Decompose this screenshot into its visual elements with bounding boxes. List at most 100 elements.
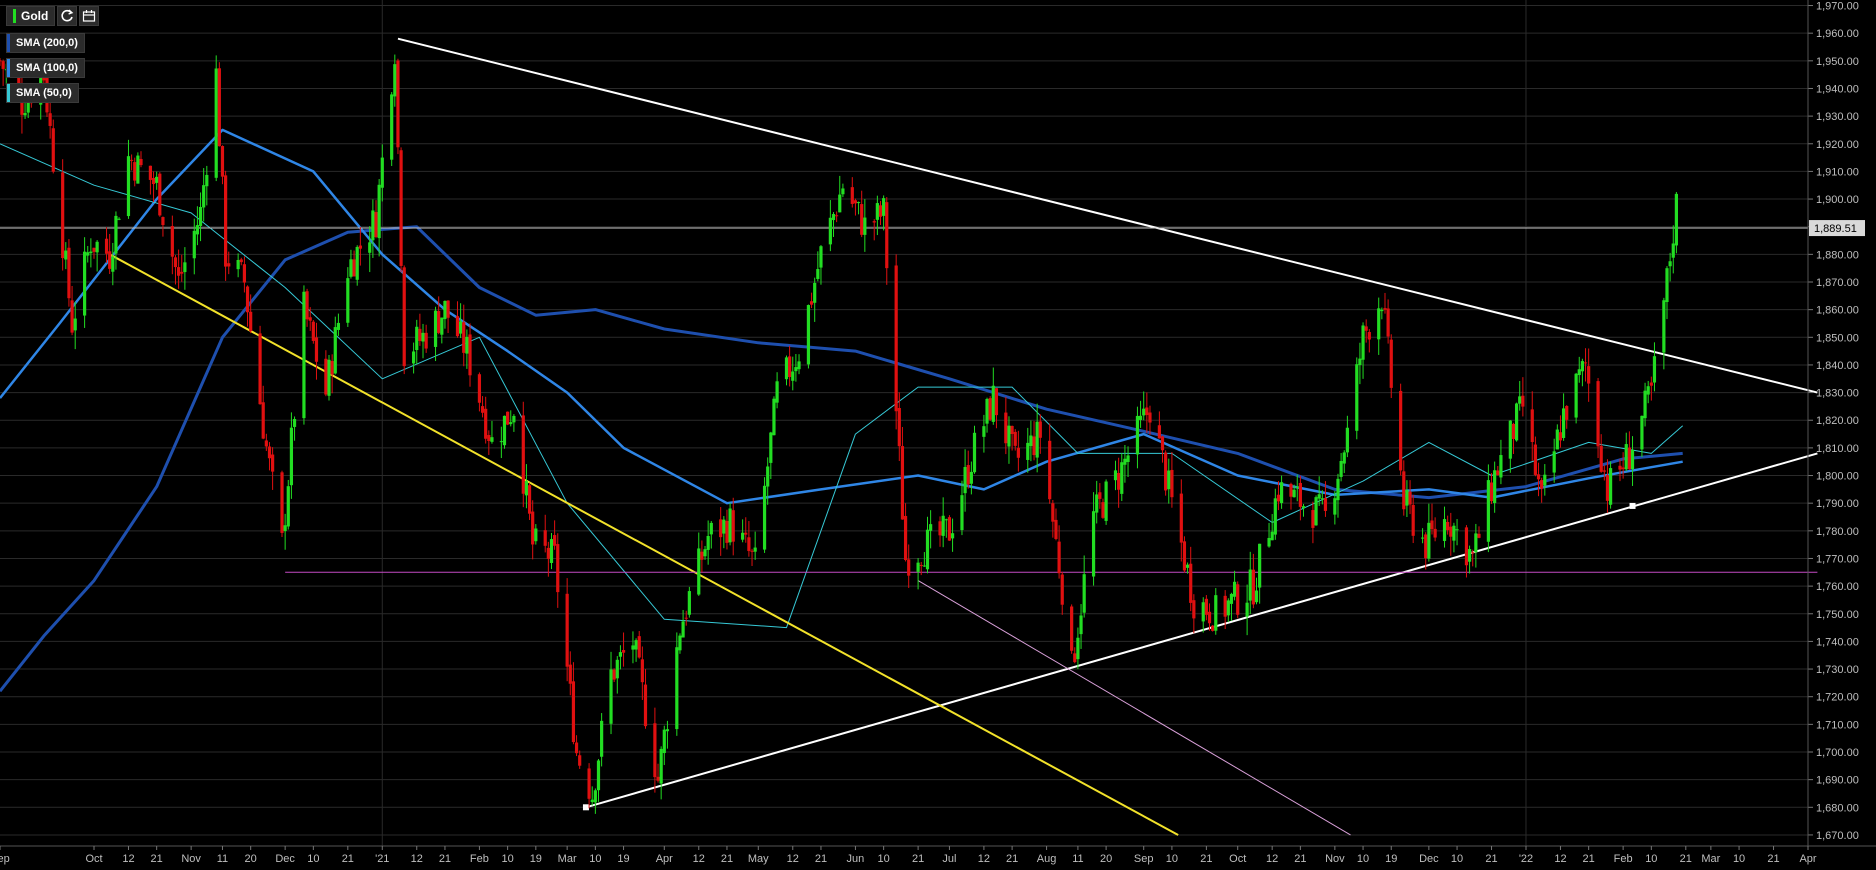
x-tick-label: 21 <box>1680 853 1692 865</box>
candle-body <box>202 185 206 208</box>
candle-body <box>1 61 5 69</box>
x-tick-label: '22 <box>1519 853 1533 865</box>
x-tick-label: May <box>748 853 769 865</box>
candle-body <box>578 755 582 766</box>
candle-body <box>67 247 71 299</box>
candle-body <box>1051 503 1055 522</box>
candle-body <box>944 519 948 521</box>
x-tick-label: 20 <box>245 853 257 865</box>
x-tick-label: Apr <box>656 853 673 865</box>
x-tick-label: 10 <box>501 853 513 865</box>
candle-body <box>236 260 240 270</box>
candle-body <box>1399 390 1403 471</box>
candle-body <box>1013 431 1017 446</box>
indicator-sma-100[interactable]: SMA (100,0) <box>6 58 85 78</box>
x-tick-label: Oct <box>1229 853 1246 865</box>
x-tick-label: 21 <box>1006 853 1018 865</box>
x-tick-label: Feb <box>1614 853 1633 865</box>
candle-body <box>521 415 525 494</box>
indicator-sma-50[interactable]: SMA (50,0) <box>6 83 79 103</box>
chart-stage[interactable]: 1,670.00 1,680.00 1,690.00 1,700.00 1,710.00… <box>0 0 1876 870</box>
candle-body <box>220 146 225 177</box>
candle-body <box>261 402 265 439</box>
x-tick-label: Nov <box>1325 853 1345 865</box>
candle-body <box>1599 446 1603 472</box>
x-tick-label: 12 <box>1266 853 1278 865</box>
x-tick-label: Mar <box>558 853 577 865</box>
candle-body <box>358 245 362 249</box>
price-tag: 1,889.51 <box>1814 223 1857 235</box>
refresh-button[interactable] <box>57 6 78 26</box>
candle-body <box>490 437 494 442</box>
candle-body <box>1577 369 1581 376</box>
candle-body <box>1433 528 1437 538</box>
candle-body <box>1301 506 1306 509</box>
candle-body <box>856 202 861 204</box>
candle-body <box>1167 470 1171 490</box>
candle-body <box>903 515 908 561</box>
candle-body <box>1358 358 1362 366</box>
candle-body <box>1389 339 1393 388</box>
candle-body <box>1004 412 1008 444</box>
candle-body <box>922 565 926 567</box>
candle-body <box>242 264 247 283</box>
symbol-button[interactable]: Gold <box>6 6 56 26</box>
candle-body <box>1164 452 1168 491</box>
candle-body <box>571 681 576 743</box>
y-tick-label: 1,830.00 <box>1816 388 1859 400</box>
candle-body <box>907 559 911 576</box>
candle-body <box>289 427 294 486</box>
price-chart[interactable]: 1,670.00 1,680.00 1,690.00 1,700.00 1,710.00… <box>0 0 1876 870</box>
candle-body <box>969 471 973 484</box>
candle-body <box>1486 480 1490 542</box>
candle-body <box>333 327 337 374</box>
candle-body <box>1320 498 1324 500</box>
candle-body <box>1070 606 1074 651</box>
candle-body <box>816 269 820 279</box>
candle-body <box>665 729 670 732</box>
candle-body <box>380 157 384 188</box>
candle-body <box>982 426 986 437</box>
y-tick-label: 1,970.00 <box>1816 1 1859 13</box>
candle-body <box>92 247 96 252</box>
x-tick-label: 10 <box>1451 853 1463 865</box>
candle-body <box>61 172 65 259</box>
candle-body <box>1446 521 1450 531</box>
candle-body <box>346 278 350 323</box>
candle-body <box>1135 415 1140 455</box>
calendar-button[interactable] <box>79 6 100 26</box>
x-tick-label: 10 <box>1357 853 1369 865</box>
candle-body <box>1317 494 1321 499</box>
x-tick-label: Dec <box>1419 853 1439 865</box>
candle-body <box>1120 462 1124 494</box>
x-tick-label: 10 <box>878 853 890 865</box>
candle-body <box>1402 471 1406 510</box>
candle-body <box>728 508 732 543</box>
candle-body <box>1621 467 1625 470</box>
candle-body <box>784 357 789 380</box>
candle-body <box>640 659 644 683</box>
candle-body <box>1361 325 1365 360</box>
candle-body <box>1258 543 1262 588</box>
candle-body <box>1157 425 1161 439</box>
x-tick-label: 21 <box>439 853 451 865</box>
candle-body <box>173 257 178 268</box>
candle-body <box>136 155 140 184</box>
candle-body <box>280 472 284 533</box>
candle-body <box>1424 534 1428 559</box>
candle-body <box>1493 470 1497 504</box>
candle-body <box>643 684 648 727</box>
candle-body <box>399 150 403 266</box>
candle-body <box>524 481 529 496</box>
candle-body <box>882 198 886 216</box>
candle-body <box>245 286 250 313</box>
candle-body <box>1477 533 1481 538</box>
candle-body <box>224 175 228 267</box>
x-tick-label: 21 <box>1294 853 1306 865</box>
candle-body <box>1026 442 1030 460</box>
indicator-sma-200[interactable]: SMA (200,0) <box>6 33 85 53</box>
pink-channel-line <box>917 580 1351 836</box>
candle-body <box>437 311 441 333</box>
candle-body <box>1204 598 1208 615</box>
candle-body <box>1452 525 1456 541</box>
